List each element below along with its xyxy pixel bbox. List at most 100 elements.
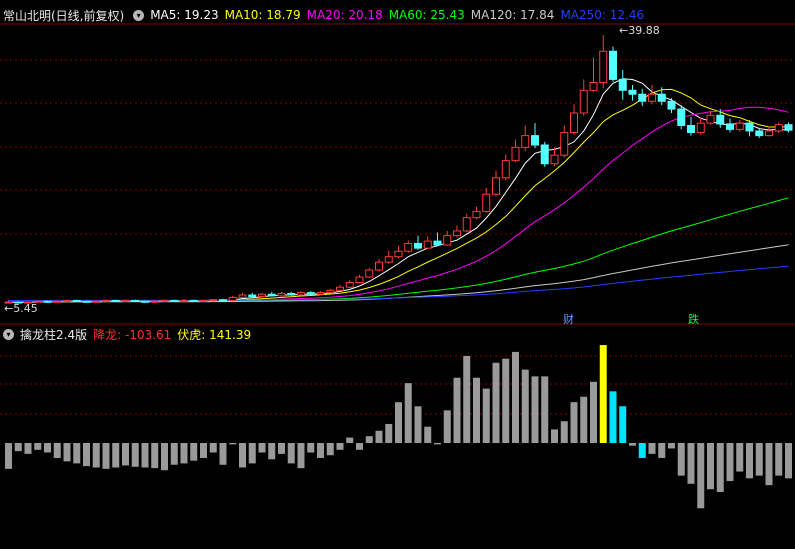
indicator-bar [746, 443, 753, 479]
candle-body [443, 235, 452, 246]
candle-body [765, 130, 773, 137]
candle-body [287, 292, 296, 296]
main-legend: 常山北明(日线,前复权) ▾ MA5: 19.23 MA10: 18.79 MA… [0, 6, 650, 24]
candle-body [706, 114, 715, 124]
indicator-bar [44, 443, 51, 453]
indicator-bar [278, 443, 285, 454]
candle-body [43, 300, 52, 303]
candle-body [228, 296, 237, 301]
high-price-label: ←39.88 [619, 24, 660, 37]
chart-canvas [0, 23, 795, 509]
indicator-bar [707, 443, 714, 490]
candle-body [121, 299, 130, 302]
indicator-bar [180, 443, 188, 464]
candle-body [433, 240, 442, 246]
indicator-bar [24, 443, 32, 454]
indicator-bar [775, 443, 783, 476]
indicator-bar [5, 443, 12, 469]
chart-window: 常山北明(日线,前复权) ▾ MA5: 19.23 MA10: 18.79 MA… [0, 0, 795, 549]
indicator-bar [482, 388, 490, 443]
candle-body [277, 292, 286, 297]
candle-body [492, 177, 500, 195]
candle-body [53, 300, 62, 303]
ma20-line [8, 106, 789, 303]
main-panel-title[interactable]: 常山北明(日线,前复权) [3, 7, 124, 24]
candle-body [414, 242, 422, 249]
candle-body [482, 193, 491, 212]
indicator-bar [356, 443, 363, 450]
indicator-title[interactable]: 擒龙柱2.4版 [20, 326, 87, 343]
event-marker-die[interactable]: 跌 [688, 311, 699, 327]
candle-body [570, 112, 578, 134]
ma20-label: MA20: 20.18 [306, 8, 383, 22]
candle-body [111, 299, 120, 302]
indicator-bar [570, 402, 578, 443]
candle-body [160, 299, 169, 302]
candle-body [238, 294, 247, 298]
indicator-bar [248, 443, 256, 464]
indicator-bar [580, 396, 588, 443]
panel-menu-icon[interactable]: ▾ [133, 9, 145, 21]
indicator-bar [307, 443, 315, 453]
candle-body [774, 124, 783, 132]
indicator-bar [83, 443, 90, 467]
indicator-bar [131, 443, 139, 467]
indicator-bar [668, 443, 675, 449]
indicator-bar [404, 383, 412, 443]
indicator-bar [122, 443, 129, 466]
indicator-bar [697, 443, 705, 509]
indicator-menu-icon[interactable]: ▾ [3, 328, 14, 340]
candle-body [355, 276, 364, 284]
indicator-bar [141, 443, 149, 468]
ma60-label: MA60: 25.43 [388, 8, 465, 22]
indicator-bar [716, 443, 724, 492]
candle-body [102, 299, 110, 302]
candle-body [365, 269, 374, 278]
indicator-bar [463, 355, 471, 443]
indicator-bar [638, 443, 646, 458]
high-arrow-icon: ← [619, 24, 629, 37]
candle-body [579, 89, 588, 114]
indicator-bar [326, 443, 334, 456]
low-price-label: ←5.45 [4, 302, 38, 315]
indicator-bar [736, 443, 744, 472]
event-marker-cai[interactable]: 财 [563, 311, 574, 327]
indicator-bar [677, 443, 685, 476]
candle-body [267, 293, 276, 297]
candle-body [628, 89, 637, 95]
indicator-bar [102, 443, 110, 469]
indicator-bar [395, 402, 402, 443]
candle-body [648, 93, 656, 102]
candle-body [404, 242, 413, 252]
candle-body [92, 300, 101, 303]
indicator-bar [161, 443, 168, 471]
indicator-bar [619, 406, 627, 443]
ma250-label: MA250: 12.46 [560, 8, 645, 22]
indicator-bar [317, 443, 324, 458]
candle-body [394, 250, 403, 258]
indicator-bar [239, 443, 246, 468]
ma5-label: MA5: 19.23 [150, 8, 219, 22]
candle-body [696, 122, 705, 134]
candle-body [716, 114, 725, 125]
candle-body [550, 154, 559, 165]
indicator-bar [112, 443, 120, 468]
candle-body [180, 299, 188, 302]
indicator-bar [531, 376, 539, 443]
indicator-bar [34, 443, 42, 450]
candle-body [131, 299, 140, 302]
indicator-value-1: 降龙: -103.61 [93, 327, 172, 342]
indicator-bar [590, 381, 597, 443]
candle-body [219, 299, 227, 302]
indicator-bar [443, 410, 451, 443]
indicator-value-2: 伏虎: 141.39 [177, 327, 252, 342]
indicator-bar [687, 443, 695, 484]
candle-body [345, 282, 354, 288]
candle-body [618, 78, 627, 91]
indicator-bar [73, 443, 81, 464]
indicator-bar [287, 443, 295, 464]
indicator-bar [609, 391, 617, 443]
indicator-legend: ▾ 擒龙柱2.4版 降龙: -103.61 伏虎: 141.39 [0, 325, 257, 343]
candle-body [170, 299, 179, 302]
indicator-bar [648, 443, 656, 454]
